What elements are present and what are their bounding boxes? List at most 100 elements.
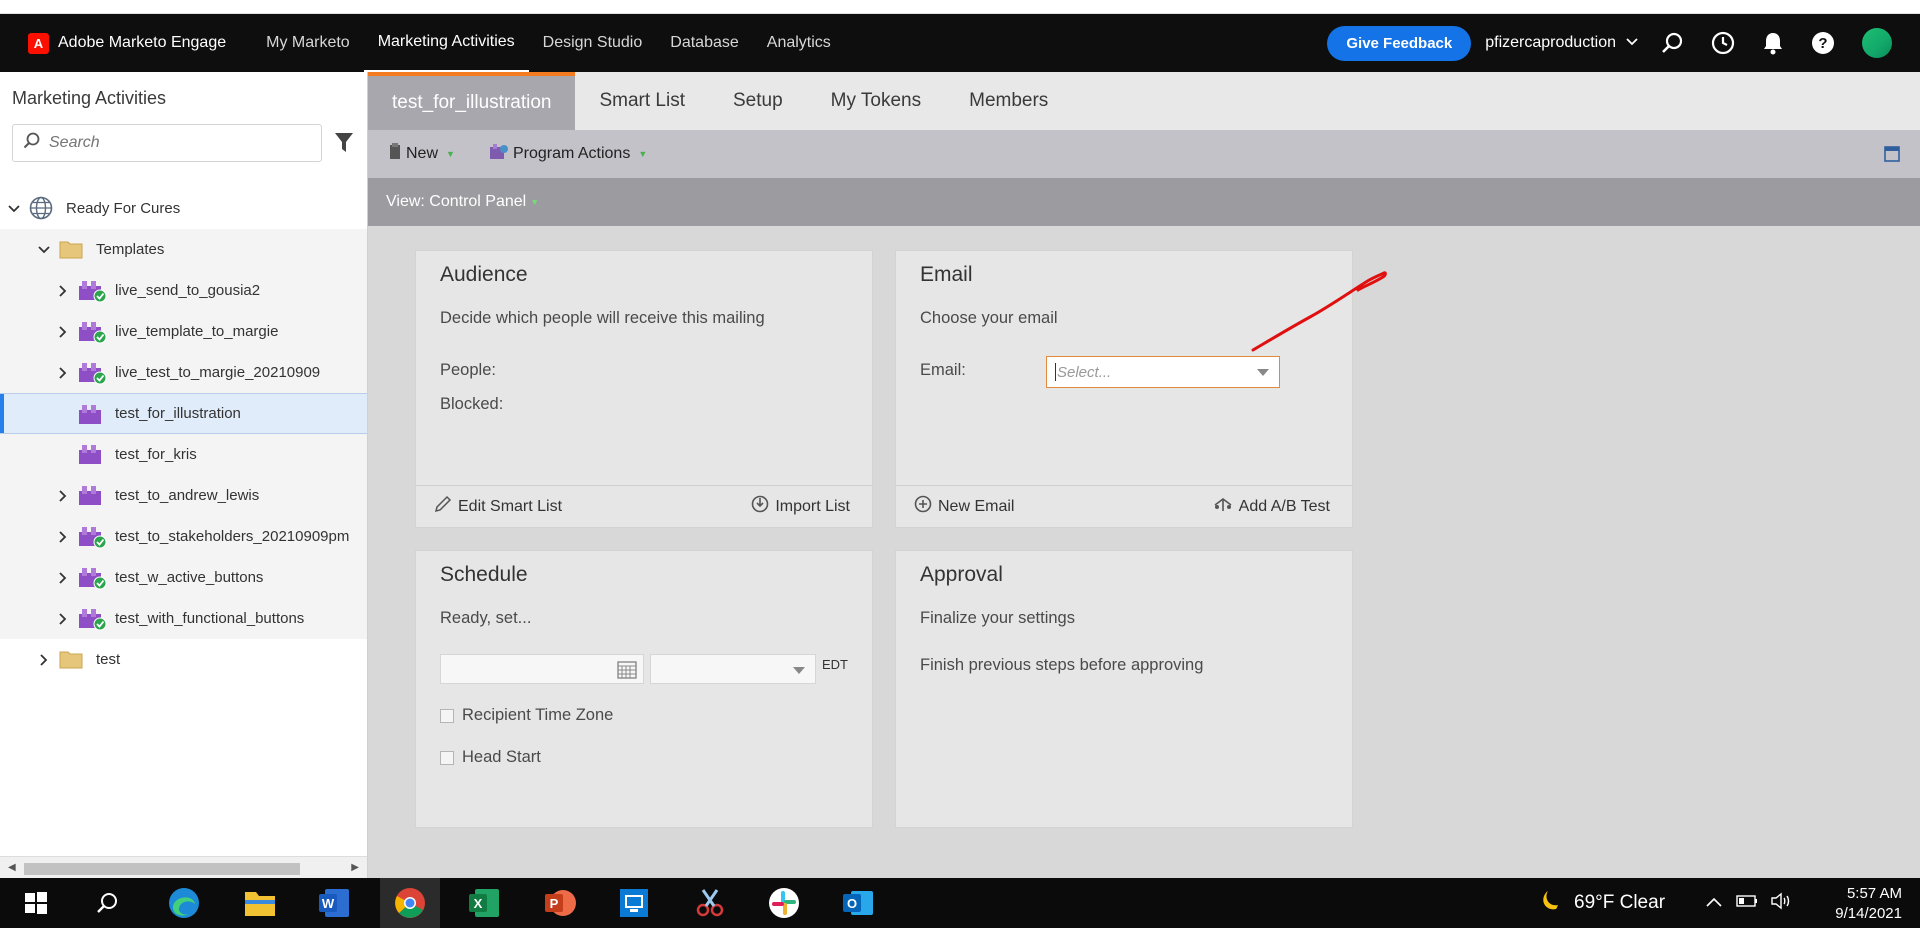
search-box[interactable]: [12, 124, 322, 162]
tree-item-program[interactable]: test_w_active_buttons: [0, 557, 367, 598]
import-list-button[interactable]: Import List: [751, 495, 850, 518]
tree-item-program[interactable]: live_test_to_margie_20210909: [0, 352, 367, 393]
program-approved-icon: [78, 607, 108, 635]
excel-icon[interactable]: X: [454, 878, 514, 928]
chevron-up-icon[interactable]: [1706, 894, 1722, 912]
program-actions-button[interactable]: Program Actions ▼: [489, 143, 647, 166]
new-button[interactable]: New ▼: [388, 142, 455, 166]
chevron-right-icon[interactable]: [56, 612, 70, 626]
view-selector[interactable]: View: Control Panel: [386, 193, 526, 211]
app-logo[interactable]: A Adobe Marketo Engage: [28, 32, 226, 54]
edit-smart-list-button[interactable]: Edit Smart List: [434, 495, 562, 518]
chevron-right-icon[interactable]: [56, 366, 70, 380]
program-tree: Ready For Cures Templates live_send_to_g…: [0, 188, 367, 680]
nav-marketing-activities[interactable]: Marketing Activities: [363, 14, 529, 72]
recipient-time-zone-checkbox[interactable]: Recipient Time Zone: [440, 706, 613, 725]
tree-item-program[interactable]: live_send_to_gousia2: [0, 270, 367, 311]
snipping-tool-icon[interactable]: [680, 878, 740, 928]
card-footer: New Email Add A/B Test: [896, 485, 1352, 527]
nav-database[interactable]: Database: [656, 14, 753, 72]
new-email-button[interactable]: New Email: [914, 495, 1014, 518]
bell-icon[interactable]: [1748, 14, 1798, 72]
filter-icon[interactable]: [334, 132, 354, 159]
tab-program[interactable]: test_for_illustration: [368, 72, 576, 130]
email-select-placeholder: Select...: [1057, 363, 1112, 381]
email-select[interactable]: Select...: [1046, 356, 1280, 388]
date-input[interactable]: [440, 654, 644, 684]
dropdown-arrow-icon[interactable]: [1257, 369, 1269, 376]
import-list-label: Import List: [775, 497, 850, 515]
tree-item-program[interactable]: live_template_to_margie: [0, 311, 367, 352]
help-icon[interactable]: ?: [1798, 14, 1848, 72]
chevron-right-icon[interactable]: [37, 653, 51, 667]
head-start-checkbox[interactable]: Head Start: [440, 748, 541, 767]
red-annotation-stroke: [1250, 270, 1390, 357]
slack-icon[interactable]: [754, 878, 814, 928]
windows-start-icon[interactable]: [6, 878, 66, 928]
timezone-label: EDT: [822, 657, 848, 672]
tree-item-templates[interactable]: Templates: [0, 229, 367, 270]
svg-text:P: P: [550, 896, 559, 911]
tree-item-ready-for-cures[interactable]: Ready For Cures: [0, 188, 367, 229]
edge-icon[interactable]: [154, 878, 214, 928]
approval-note: Finish previous steps before approving: [920, 656, 1204, 674]
nav-my-marketo[interactable]: My Marketo: [252, 14, 364, 72]
file-explorer-icon[interactable]: [230, 878, 290, 928]
chevron-right-icon[interactable]: [56, 571, 70, 585]
checkbox[interactable]: [440, 708, 454, 723]
tab-my-tokens[interactable]: My Tokens: [807, 72, 945, 130]
battery-icon[interactable]: [1736, 894, 1758, 912]
chevron-right-icon[interactable]: [56, 530, 70, 544]
chevron-down-icon[interactable]: [37, 243, 51, 257]
give-feedback-button[interactable]: Give Feedback: [1327, 25, 1472, 61]
tree-item-program[interactable]: test_with_functional_buttons: [0, 598, 367, 639]
chrome-icon[interactable]: [380, 878, 440, 928]
powerpoint-icon[interactable]: P: [530, 878, 590, 928]
word-icon[interactable]: W: [304, 878, 364, 928]
scroll-right-icon[interactable]: ▶: [351, 862, 359, 873]
weather-widget[interactable]: 69°F Clear: [1536, 878, 1665, 928]
dropdown-arrow-icon[interactable]: [793, 667, 805, 674]
chevron-down-icon[interactable]: [7, 202, 21, 216]
chevron-right-icon[interactable]: [56, 284, 70, 298]
tree-item-label: test_to_stakeholders_20210909pm: [115, 528, 350, 545]
tree-item-program-selected[interactable]: test_for_illustration: [0, 393, 367, 434]
tree-item-label: test: [96, 651, 121, 668]
chevron-right-icon[interactable]: [56, 325, 70, 339]
tab-setup[interactable]: Setup: [709, 72, 807, 130]
calendar-icon[interactable]: [617, 661, 637, 684]
system-tray: [1706, 878, 1792, 928]
search-icon[interactable]: [1648, 14, 1698, 72]
scroll-left-icon[interactable]: ◀: [8, 862, 16, 873]
add-ab-test-button[interactable]: Add A/B Test: [1213, 495, 1330, 518]
dropdown-arrow-icon[interactable]: ▼: [530, 197, 539, 207]
user-menu[interactable]: pfizercaproduction: [1485, 34, 1638, 52]
scrollbar-thumb[interactable]: [24, 863, 300, 875]
remote-desktop-icon[interactable]: [604, 878, 664, 928]
system-clock[interactable]: 5:57 AM 9/14/2021: [1835, 884, 1902, 924]
tree-item-program[interactable]: test_to_stakeholders_20210909pm: [0, 516, 367, 557]
search-icon[interactable]: [78, 878, 138, 928]
card-title: Schedule: [440, 563, 528, 586]
horizontal-scrollbar[interactable]: ◀ ▶: [0, 856, 367, 878]
user-name: pfizercaproduction: [1485, 34, 1616, 51]
tab-members[interactable]: Members: [945, 72, 1072, 130]
nav-analytics[interactable]: Analytics: [753, 14, 845, 72]
chevron-right-icon[interactable]: [56, 489, 70, 503]
tab-smart-list[interactable]: Smart List: [575, 72, 709, 130]
outlook-icon[interactable]: O: [828, 878, 888, 928]
tree-item-test-folder[interactable]: test: [0, 639, 367, 680]
nav-design-studio[interactable]: Design Studio: [529, 14, 657, 72]
maximize-icon[interactable]: [1884, 146, 1900, 167]
tree-item-program[interactable]: test_for_kris: [0, 434, 367, 475]
volume-icon[interactable]: [1770, 891, 1792, 916]
time-select[interactable]: [650, 654, 816, 684]
checkbox[interactable]: [440, 750, 454, 765]
avatar[interactable]: [1862, 28, 1892, 58]
program-approved-icon: [78, 320, 108, 348]
search-input[interactable]: [49, 134, 309, 152]
history-clock-icon[interactable]: [1698, 14, 1748, 72]
tree-item-program[interactable]: test_to_andrew_lewis: [0, 475, 367, 516]
top-navbar: A Adobe Marketo Engage My Marketo Market…: [0, 14, 1920, 72]
panel-title: Marketing Activities: [12, 88, 167, 108]
